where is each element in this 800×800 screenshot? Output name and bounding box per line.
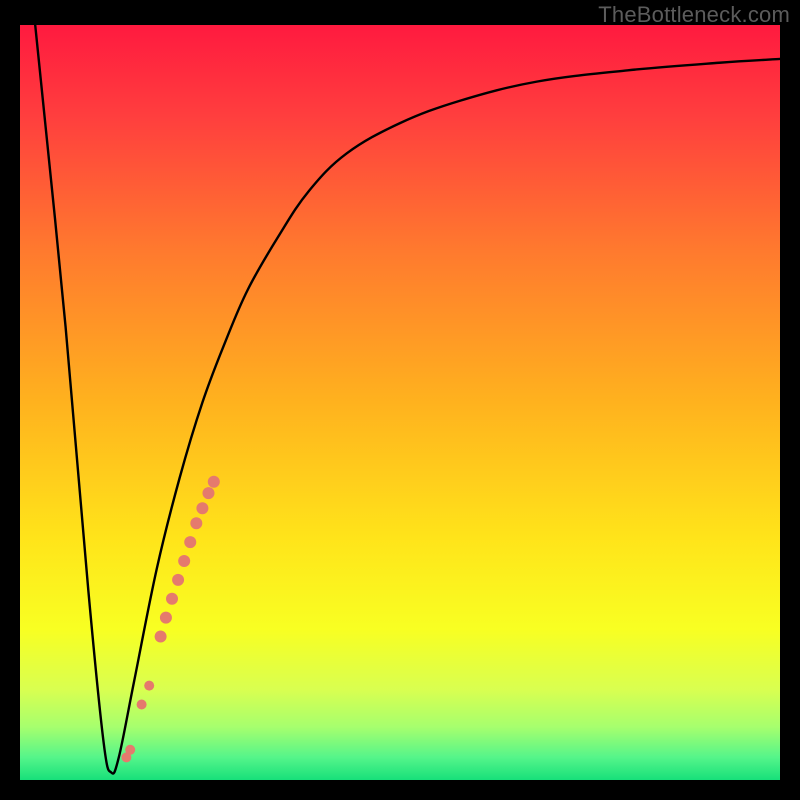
marker-dot (125, 745, 135, 755)
marker-dot (137, 700, 147, 710)
marker-dot (160, 612, 172, 624)
plot-frame (20, 25, 780, 780)
marker-dot (190, 517, 202, 529)
chart-root: TheBottleneck.com (0, 0, 800, 800)
marker-dot (202, 487, 214, 499)
gradient-background (20, 25, 780, 780)
watermark-text: TheBottleneck.com (598, 2, 790, 28)
marker-dot (178, 555, 190, 567)
marker-dot (172, 574, 184, 586)
marker-dot (196, 502, 208, 514)
marker-dot (155, 631, 167, 643)
marker-dot (144, 681, 154, 691)
plot-svg (20, 25, 780, 780)
marker-dot (208, 476, 220, 488)
marker-dot (184, 536, 196, 548)
marker-dot (166, 593, 178, 605)
